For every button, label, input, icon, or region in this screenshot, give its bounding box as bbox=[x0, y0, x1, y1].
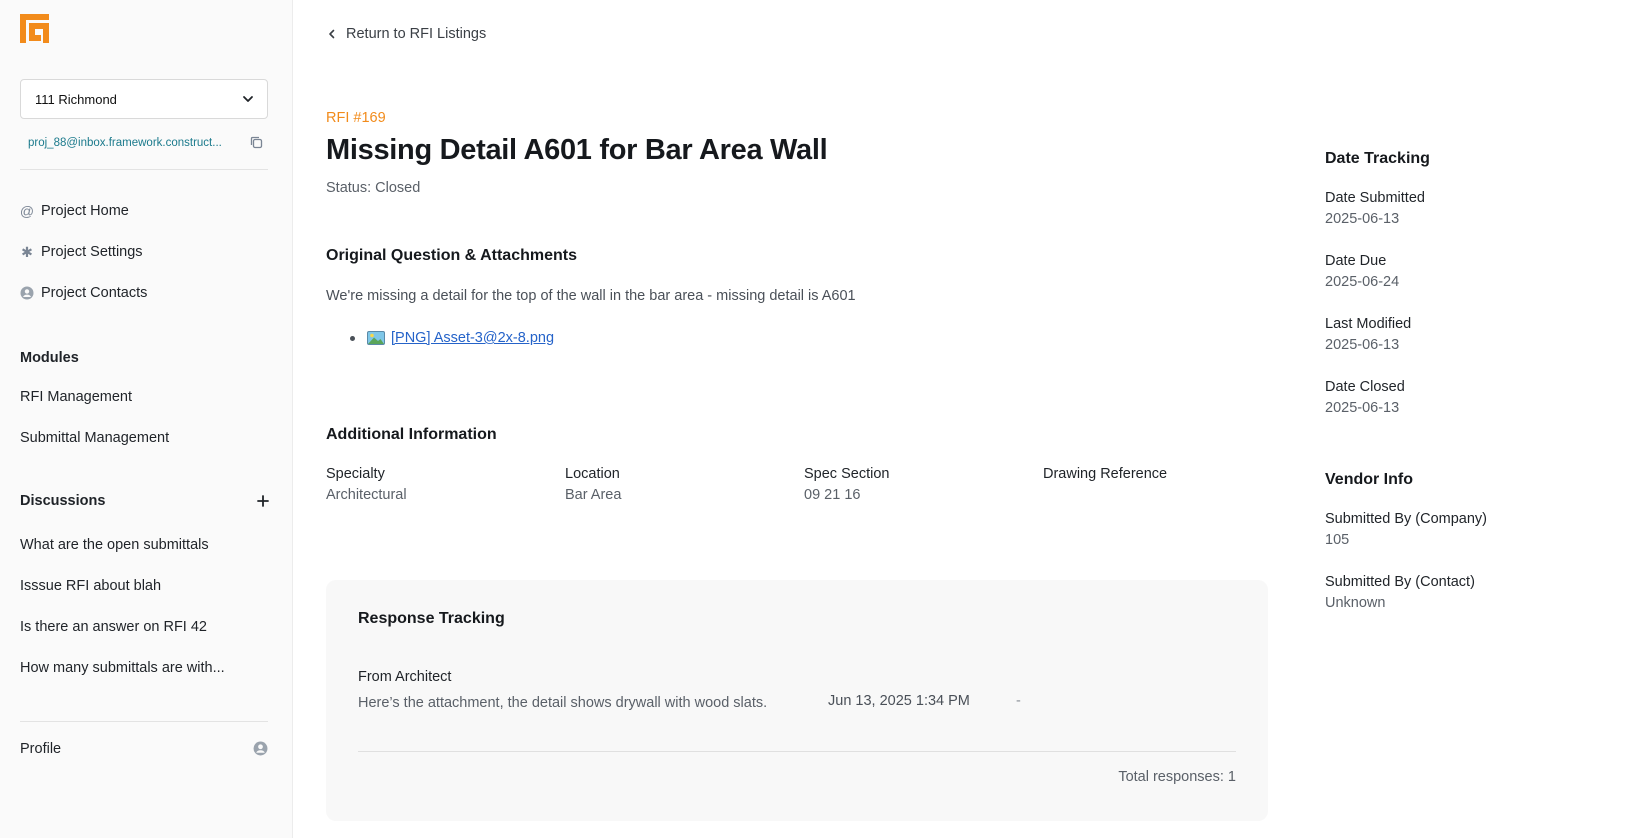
date-label: Date Due bbox=[1325, 253, 1387, 269]
project-email: proj_88@inbox.framework.construct... bbox=[28, 137, 222, 149]
framework-logo-icon[interactable] bbox=[20, 14, 49, 43]
info-location: Location Bar Area bbox=[565, 466, 785, 503]
response-from: From Architect bbox=[358, 669, 452, 685]
sidebar-item-project-settings[interactable]: ✱ Project Settings bbox=[20, 242, 143, 262]
info-label: Specialty bbox=[326, 466, 385, 482]
info-drawing-reference: Drawing Reference bbox=[1043, 466, 1263, 487]
user-circle-icon[interactable] bbox=[253, 741, 268, 756]
discussion-item[interactable]: Isssue RFI about blah bbox=[20, 578, 260, 594]
date-value: 2025-06-13 bbox=[1325, 211, 1400, 227]
sidebar: 111 Richmond proj_88@inbox.framework.con… bbox=[0, 0, 293, 838]
add-discussion-icon[interactable] bbox=[256, 494, 270, 508]
project-select-value: 111 Richmond bbox=[35, 91, 117, 107]
chevron-down-icon bbox=[243, 96, 253, 102]
response-tracking-card: Response Tracking From Architect Here’s … bbox=[326, 580, 1268, 821]
date-value: 2025-06-13 bbox=[1325, 400, 1400, 416]
vendor-value: 105 bbox=[1325, 532, 1350, 548]
project-select[interactable]: 111 Richmond bbox=[20, 79, 268, 119]
attachment-item: [PNG] Asset-3@2x-8.png bbox=[350, 330, 554, 346]
date-submitted: Date Submitted 2025-06-13 bbox=[1325, 190, 1605, 227]
discussions-heading: Discussions bbox=[20, 493, 106, 509]
sidebar-item-rfi-management[interactable]: RFI Management bbox=[20, 389, 260, 405]
info-label: Spec Section bbox=[804, 466, 890, 482]
modules-heading: Modules bbox=[20, 350, 79, 366]
discussion-item[interactable]: Is there an answer on RFI 42 bbox=[20, 619, 260, 635]
sidebar-divider bbox=[20, 721, 268, 722]
date-due: Date Due 2025-06-24 bbox=[1325, 253, 1605, 290]
response-date: Jun 13, 2025 1:34 PM bbox=[828, 693, 970, 709]
attachment-link[interactable]: [PNG] Asset-3@2x-8.png bbox=[367, 330, 554, 346]
sidebar-item-submittal-management[interactable]: Submittal Management bbox=[20, 430, 260, 446]
rfi-number: RFI #169 bbox=[326, 110, 386, 126]
question-heading: Original Question & Attachments bbox=[326, 247, 577, 264]
sidebar-item-project-contacts[interactable]: Project Contacts bbox=[20, 283, 147, 303]
date-label: Date Closed bbox=[1325, 379, 1405, 395]
info-value: 09 21 16 bbox=[804, 487, 861, 503]
date-value: 2025-06-24 bbox=[1325, 274, 1400, 290]
asterisk-icon: ✱ bbox=[21, 243, 33, 260]
vendor-value: Unknown bbox=[1325, 595, 1386, 611]
response-tracking-heading: Response Tracking bbox=[358, 610, 505, 627]
at-icon: @ bbox=[19, 203, 35, 219]
sidebar-item-label: Project Settings bbox=[41, 244, 143, 260]
info-label: Drawing Reference bbox=[1043, 466, 1168, 482]
last-modified: Last Modified 2025-06-13 bbox=[1325, 316, 1605, 353]
sidebar-divider bbox=[20, 169, 268, 170]
submitted-by-company: Submitted By (Company) 105 bbox=[1325, 511, 1605, 548]
additional-info-heading: Additional Information bbox=[326, 426, 497, 443]
info-spec-section: Spec Section 09 21 16 bbox=[804, 466, 1024, 503]
response-divider bbox=[358, 751, 1236, 752]
response-extra: - bbox=[1016, 693, 1021, 709]
copy-icon[interactable] bbox=[249, 135, 264, 150]
sidebar-item-project-home[interactable]: @ Project Home bbox=[20, 201, 129, 221]
user-circle-icon bbox=[20, 286, 34, 300]
submitted-by-contact: Submitted By (Contact) Unknown bbox=[1325, 574, 1605, 611]
rfi-status: Status: Closed bbox=[326, 180, 421, 196]
discussion-item[interactable]: What are the open submittals bbox=[20, 537, 260, 553]
info-value: Bar Area bbox=[565, 487, 622, 503]
chevron-left-icon bbox=[329, 29, 335, 39]
vendor-label: Submitted By (Company) bbox=[1325, 511, 1487, 527]
date-closed: Date Closed 2025-06-13 bbox=[1325, 379, 1605, 416]
project-email-row: proj_88@inbox.framework.construct... bbox=[28, 134, 268, 152]
sidebar-item-profile[interactable]: Profile bbox=[20, 741, 260, 757]
page-title: Missing Detail A601 for Bar Area Wall bbox=[326, 134, 828, 166]
total-responses: Total responses: 1 bbox=[1118, 769, 1236, 785]
date-label: Last Modified bbox=[1325, 316, 1412, 332]
date-tracking-heading: Date Tracking bbox=[1325, 150, 1430, 167]
attachment-name: [PNG] Asset-3@2x-8.png bbox=[391, 330, 555, 346]
vendor-info-heading: Vendor Info bbox=[1325, 471, 1413, 488]
list-bullet bbox=[350, 335, 355, 341]
info-specialty: Specialty Architectural bbox=[326, 466, 546, 503]
date-label: Date Submitted bbox=[1325, 190, 1425, 206]
sidebar-item-label: Project Contacts bbox=[41, 285, 148, 301]
info-label: Location bbox=[565, 466, 620, 482]
discussion-item[interactable]: How many submittals are with... bbox=[20, 660, 260, 676]
back-link-label: Return to RFI Listings bbox=[346, 26, 487, 42]
vendor-label: Submitted By (Contact) bbox=[1325, 574, 1475, 590]
date-value: 2025-06-13 bbox=[1325, 337, 1400, 353]
back-to-rfi-listings-link[interactable]: Return to RFI Listings bbox=[326, 26, 486, 42]
response-text: Here’s the attachment, the detail shows … bbox=[358, 695, 768, 711]
info-value: Architectural bbox=[326, 487, 407, 503]
question-text: We're missing a detail for the top of th… bbox=[326, 288, 856, 304]
sidebar-item-label: Project Home bbox=[41, 203, 129, 219]
image-file-icon bbox=[367, 331, 385, 345]
